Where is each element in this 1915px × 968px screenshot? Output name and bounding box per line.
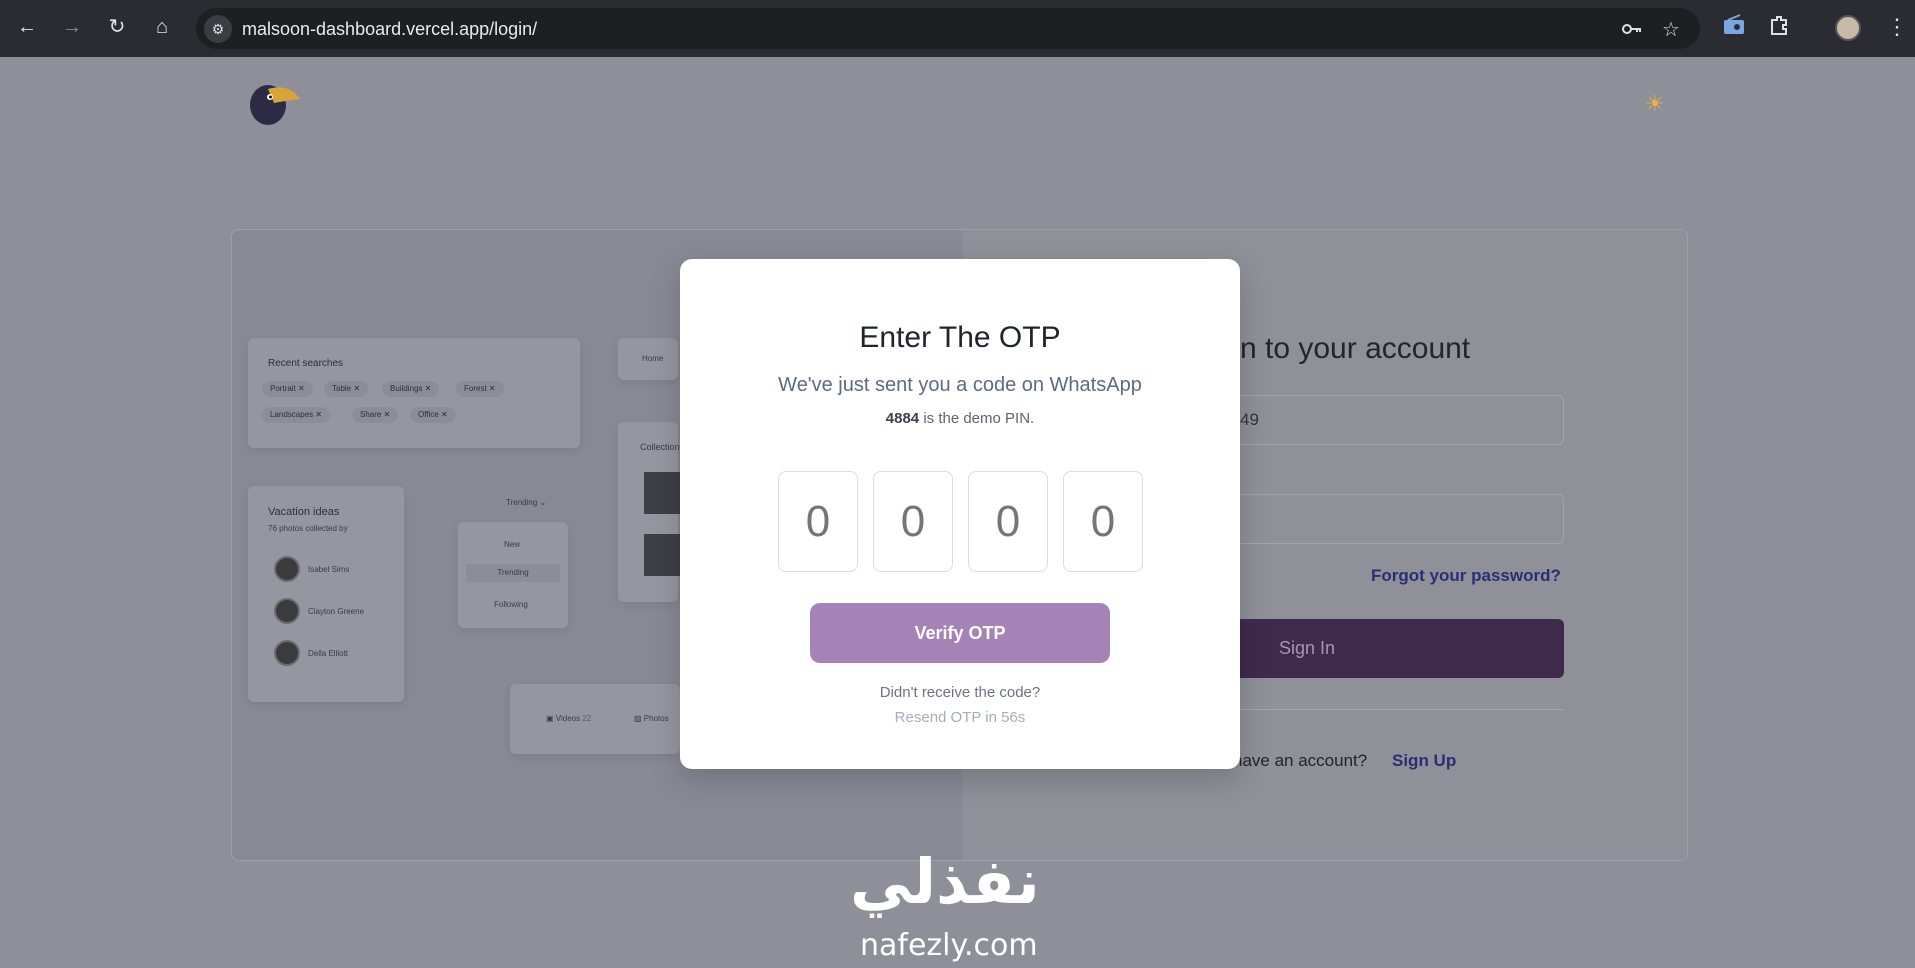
modal-title: Enter The OTP [859,321,1061,354]
menu-item: Following [494,600,528,609]
forward-icon[interactable]: → [59,14,85,40]
address-bar[interactable]: ⚙ malsoon-dashboard.vercel.app/login/ ☆ [196,8,1700,49]
verify-otp-button[interactable]: Verify OTP [810,603,1110,663]
demo-pin-suffix: is the demo PIN. [919,410,1035,427]
demo-pin: 4884 [885,410,920,427]
chip: Table ✕ [324,381,369,397]
phone-field-value: 49 [1240,410,1259,429]
trending-menu: New Trending Following [458,522,568,628]
sign-up-link[interactable]: Sign Up [1392,751,1456,771]
forgot-password-link[interactable]: Forgot your password? [1371,566,1561,586]
media-tabs-card: ▣ Videos 22 ▨ Photos [510,684,680,754]
videos-tab: ▣ Videos 22 [546,714,592,723]
vacation-title: Vacation ideas [268,506,340,518]
login-title: n to your account [1240,332,1471,365]
otp-modal: Enter The OTP We've just sent you a code… [680,259,1240,769]
profile-avatar[interactable] [1835,15,1861,41]
photos-tab: ▨ Photos [634,714,669,723]
chip: Forest ✕ [456,381,504,397]
chip: Office ✕ [410,407,456,423]
person-name: Clayton Greene [308,607,365,616]
home-icon[interactable]: ⌂ [149,14,175,40]
home-card: Home [618,338,678,380]
radio-extension-icon[interactable] [1722,14,1746,42]
vacation-subtitle: 76 photos collected by [268,524,348,533]
chip: Share ✕ [352,407,399,423]
back-icon[interactable]: ← [14,14,40,40]
otp-digit-4[interactable] [1063,471,1143,572]
no-account-text: have an account? [1233,751,1368,770]
demo-pin-note: 4884 is the demo PIN. [680,410,1240,427]
collection-thumbnail [644,472,680,514]
site-info-icon[interactable]: ⚙ [204,15,232,43]
chip: Portrait ✕ [262,381,313,397]
trending-select: Trending ⌄ [506,498,547,507]
vacation-card: Vacation ideas 76 photos collected by Is… [248,486,404,702]
url-text[interactable]: malsoon-dashboard.vercel.app/login/ [242,19,537,40]
star-icon[interactable]: ☆ [1662,17,1680,42]
avatar [274,598,300,624]
person-name: Isabel Sims [308,565,350,574]
more-menu-icon[interactable]: ⋮ [1886,14,1908,40]
chip: Buildings ✕ [382,381,440,397]
key-icon[interactable] [1620,17,1644,47]
home-label: Home [642,354,664,363]
collection-label: Collection [640,442,680,452]
avatar [274,556,300,582]
menu-item: New [504,540,521,549]
person-name: Della Elliott [308,649,349,658]
collection-card: Collection [618,422,680,602]
watermark-latin: nafezly.com [860,928,1038,963]
didnt-receive-text: Didn't receive the code? [879,684,1041,701]
puzzle-extensions-icon[interactable] [1768,14,1790,42]
browser-toolbar: ← → ↻ ⌂ ⚙ malsoon-dashboard.vercel.app/l… [0,0,1915,57]
reload-icon[interactable]: ↻ [104,14,130,40]
logo[interactable] [244,77,300,127]
recent-searches-title: Recent searches [268,358,344,369]
sun-icon[interactable]: ☀ [1645,91,1665,117]
resend-otp-countdown: Resend OTP in 56s [894,709,1026,726]
chip: Landscapes ✕ [262,407,331,423]
otp-digit-1[interactable] [778,471,858,572]
otp-digit-3[interactable] [968,471,1048,572]
collection-thumbnail [644,534,680,576]
modal-subtitle: We've just sent you a code on WhatsApp [778,374,1142,396]
avatar [274,640,300,666]
recent-searches-card: Recent searches Portrait ✕ Table ✕ Build… [248,338,580,448]
menu-item: Trending [466,564,560,582]
otp-digit-2[interactable] [873,471,953,572]
watermark-arabic: نفذلي [850,845,1040,918]
